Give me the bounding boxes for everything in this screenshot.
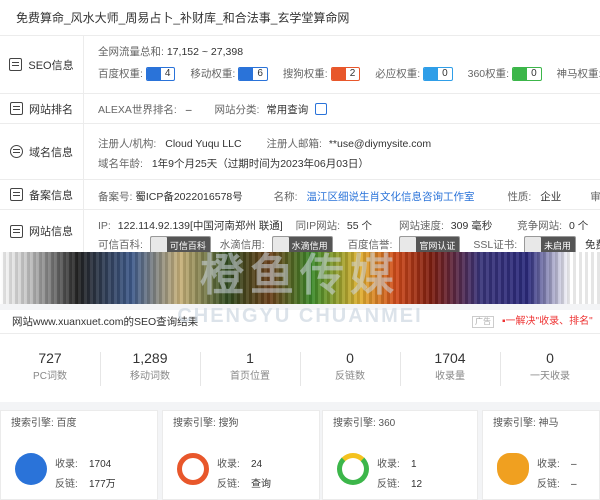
domain-row: 域名信息 注册人/机构: Cloud Yuqu LLC 注册人邮箱: **use… xyxy=(0,124,600,180)
ad-tag: 广告 xyxy=(472,316,494,328)
paw-icon xyxy=(400,237,417,253)
paw-icon xyxy=(146,67,161,80)
rank-row: 网站排名 ALEXA世界排名: – 网站分类: 常用查询 xyxy=(0,94,600,124)
icp-row: 备案信息 备案号: 蜀ICP备2022016578号 名称: 温江区细说生肖文化… xyxy=(0,180,600,210)
site-icon xyxy=(10,224,23,238)
sogou-icon xyxy=(331,67,346,80)
domain-label: 域名信息 xyxy=(0,124,84,179)
stat-mobile-words[interactable]: 1,289 移动词数 xyxy=(100,348,201,386)
engine-card-shenma[interactable]: 搜索引擎: 神马 收录: – 反链: – xyxy=(482,410,600,500)
icp-value: 蜀ICP备2022016578号 xyxy=(135,191,243,203)
ad-banner[interactable] xyxy=(0,252,600,304)
weight-mobile[interactable]: 移动权重: 6 xyxy=(190,66,268,81)
engine-card-360[interactable]: 搜索引擎: 360 收录: 1 反链: 12 xyxy=(322,410,478,500)
weight-baidu[interactable]: 百度权重: 4 xyxy=(98,66,176,81)
weight-sogou[interactable]: 搜狗权重: 2 xyxy=(283,66,361,81)
edit-icon[interactable] xyxy=(315,103,328,115)
nature-value: 企业 xyxy=(540,191,562,203)
same-ip-value: 55 个 xyxy=(346,220,373,232)
stat-home-position[interactable]: 1 首页位置 xyxy=(200,348,301,386)
record-icon xyxy=(10,188,23,201)
alexa-value: – xyxy=(185,104,192,116)
seo-info-row: SEO信息 全网流量总和: 17,152 ~ 27,398 百度权重: 4 移动权… xyxy=(0,36,600,94)
speed-value: 309 毫秒 xyxy=(450,220,493,232)
paw-icon xyxy=(239,67,254,80)
stat-backlinks[interactable]: 0 反链数 xyxy=(300,348,401,386)
traffic-value: 17,152 ~ 27,398 xyxy=(166,46,244,58)
domain-age-value: 1年9个月25天（过期时间为2023年06月03日） xyxy=(151,158,369,170)
shenma-logo-icon xyxy=(497,453,529,485)
page-title: 免费算命_风水大师_周易占卜_补财库_和合法事_玄学堂算命网 xyxy=(0,0,600,36)
360-icon xyxy=(513,67,528,80)
site-info-card: 免费算命_风水大师_周易占卜_补财库_和合法事_玄学堂算命网 SEO信息 全网流… xyxy=(0,0,600,254)
email-value: **use@diymysite.com xyxy=(328,138,432,150)
rank-label: 网站排名 xyxy=(0,94,84,123)
seo-info-label: SEO信息 xyxy=(0,36,84,93)
promo-link[interactable]: ▪一解决"收录、排名" xyxy=(502,310,593,334)
compete-value: 0 个 xyxy=(569,220,589,232)
rank-icon xyxy=(10,102,23,115)
seo-icon xyxy=(9,58,23,71)
free-apply-link[interactable]: 免费申请 xyxy=(585,239,600,251)
traffic-line: 全网流量总和: 17,152 ~ 27,398 xyxy=(98,46,244,58)
water-drop-icon xyxy=(272,237,289,253)
icp-label: 备案信息 xyxy=(0,180,84,209)
ip-value: 122.114.92.139[中国河南郑州 联通] xyxy=(117,220,283,232)
bing-icon xyxy=(424,67,439,80)
icp-name-link[interactable]: 温江区细说生肖文化信息咨询工作室 xyxy=(307,191,475,203)
weight-360[interactable]: 360权重: 0 xyxy=(468,66,542,81)
engine-card-baidu[interactable]: 搜索引擎: 百度 收录: 1704 反链: 177万 xyxy=(0,410,158,500)
stats-row: 727 PC词数 1,289 移动词数 1 首页位置 0 反链数 1704 收录量 0 一天… xyxy=(0,348,600,398)
category-value: 常用查询 xyxy=(266,104,309,116)
weights-line: 百度权重: 4 移动权重: 6 搜狗权重: 2 必应权重: 0 360权重: 0 神马权重… xyxy=(98,66,600,81)
site-info-row: 网站信息 IP: 122.114.92.139[中国河南郑州 联通] 同IP网站… xyxy=(0,210,600,254)
360-logo-icon xyxy=(337,453,369,485)
baidu-logo-icon xyxy=(15,453,47,485)
seo-summary-header: 网站www.xuanxuet.com的SEO查询结果 广告 ▪一解决"收录、排名… xyxy=(0,310,600,334)
sogou-logo-icon xyxy=(177,453,209,485)
seo-summary-card: 网站www.xuanxuet.com的SEO查询结果 广告 ▪一解决"收录、排名… xyxy=(0,310,600,402)
stat-pc-words[interactable]: 727 PC词数 xyxy=(0,348,101,386)
stat-daily-indexed[interactable]: 0 一天收录 xyxy=(500,348,600,386)
stat-indexed[interactable]: 1704 收录量 xyxy=(400,348,501,386)
site-info-label: 网站信息 xyxy=(0,210,84,252)
page: 免费算命_风水大师_周易占卜_补财库_和合法事_玄学堂算命网 SEO信息 全网流… xyxy=(0,0,600,500)
registrant-value: Cloud Yuqu LLC xyxy=(165,138,242,150)
globe-icon xyxy=(10,145,23,158)
weight-bing[interactable]: 必应权重: 0 xyxy=(375,66,453,81)
engine-card-sogou[interactable]: 搜索引擎: 搜狗 收录: 24 反链: 查询 xyxy=(162,410,320,500)
lock-icon xyxy=(525,237,542,253)
weight-shenma[interactable]: 神马权重: xyxy=(557,66,600,81)
baike-icon xyxy=(150,237,167,253)
